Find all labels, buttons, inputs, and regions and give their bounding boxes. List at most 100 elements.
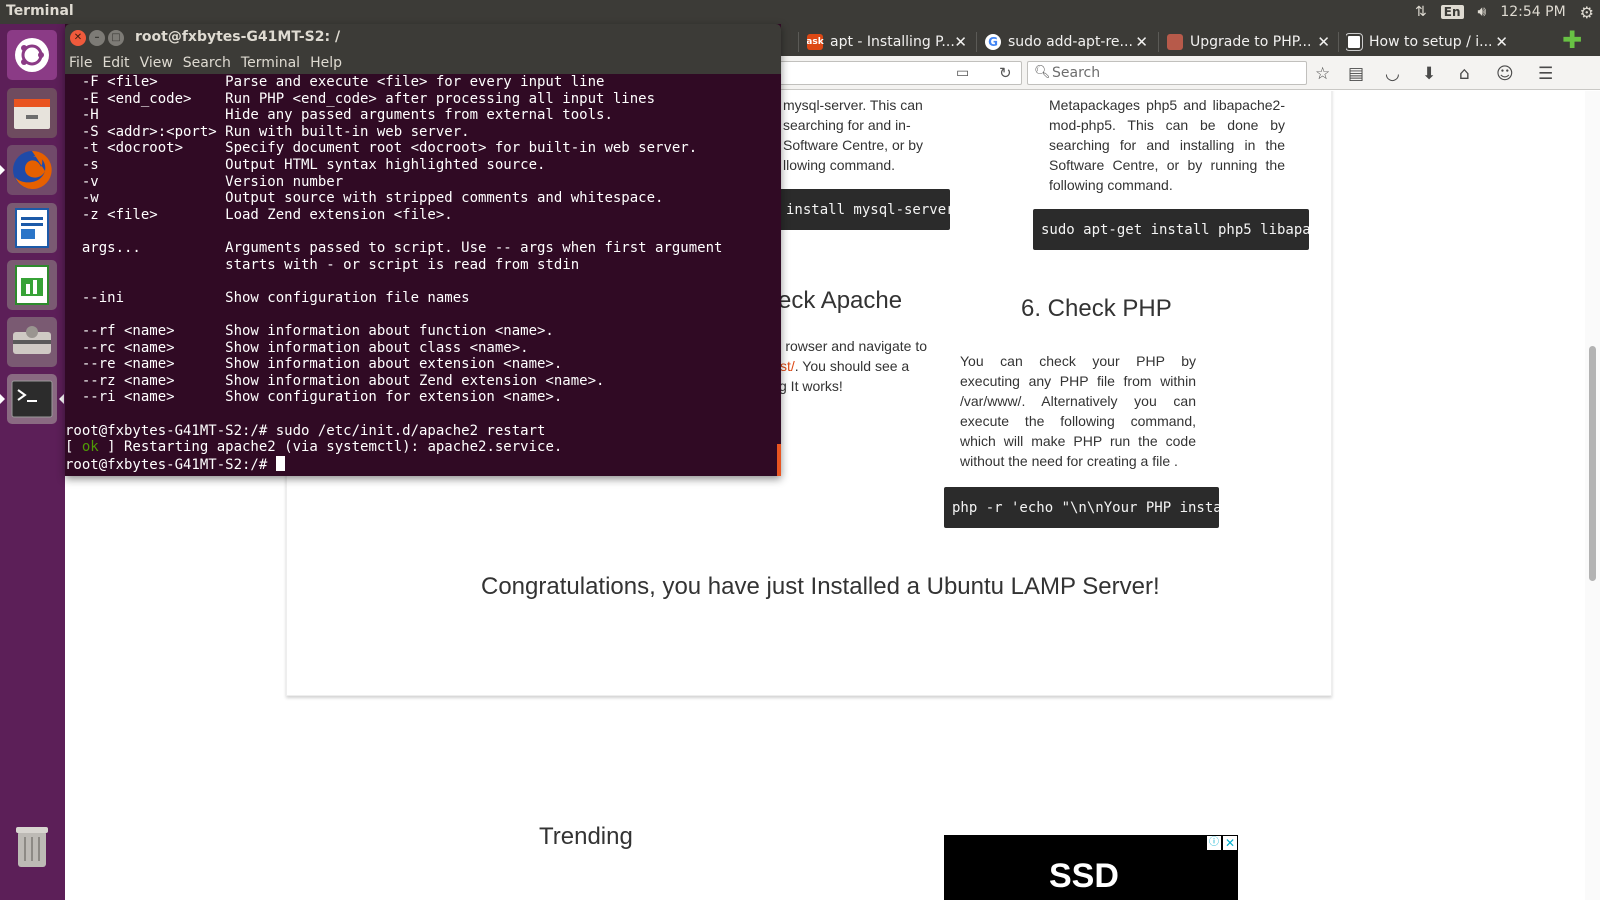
close-icon[interactable]: ✕ — [70, 30, 86, 46]
volume-icon[interactable]: 🔊︎ — [1478, 4, 1487, 20]
terminal-line: -H Hide any passed arguments from extern… — [65, 107, 613, 124]
firefox-icon[interactable] — [7, 145, 57, 195]
tab-upgrade-php[interactable]: Upgrade to PHP... ✕ — [1167, 28, 1330, 56]
bookmarks-menu-icon[interactable]: ▤ — [1348, 64, 1364, 84]
check-apache-line-2-text: . You should see a — [794, 358, 910, 374]
terminal-line: -v Version number — [65, 173, 344, 190]
top-panel: Terminal ⇅ En 🔊︎ 12:54 PM ⚙ — [0, 0, 1600, 24]
page-icon — [1346, 33, 1363, 51]
terminal-prompt-line: root@fxbytes-G41MT-S2:/# — [65, 455, 285, 474]
terminal-window[interactable]: ✕ – □ root@fxbytes-G41MT-S2: / File Edit… — [65, 24, 781, 476]
page-scrollbar[interactable] — [1585, 91, 1600, 900]
check-apache-heading: eck Apache — [778, 287, 903, 314]
terminal-line: args... Arguments passed to script. Use … — [65, 240, 723, 256]
close-icon[interactable]: ✕ — [1135, 33, 1148, 51]
ad-info-icon[interactable]: ⓘ — [1207, 836, 1221, 850]
new-tab-button[interactable]: ✚ — [1562, 28, 1582, 52]
menu-file[interactable]: File — [69, 55, 92, 71]
terminal-titlebar[interactable]: ✕ – □ root@fxbytes-G41MT-S2: / — [65, 24, 781, 52]
launcher — [0, 24, 65, 900]
ad-close-icon[interactable]: ✕ — [1223, 836, 1237, 850]
writer-icon[interactable] — [7, 203, 57, 253]
terminal-line: --re <name> Show information about exten… — [65, 356, 563, 373]
menu-terminal[interactable]: Terminal — [241, 55, 300, 71]
menu-edit[interactable]: Edit — [102, 55, 129, 71]
network-icon[interactable]: ⇅ — [1415, 4, 1427, 20]
mysql-command[interactable]: install mysql-server — [778, 189, 950, 230]
search-icon: 🔍︎ — [1034, 65, 1051, 80]
terminal-icon[interactable] — [7, 374, 57, 424]
terminal-line: -E <end_code> Run PHP <end_code> after p… — [65, 90, 656, 107]
close-icon[interactable]: ✕ — [1317, 33, 1330, 51]
downloads-icon[interactable]: ⬇ — [1422, 64, 1436, 84]
dash-home-icon[interactable] — [7, 30, 57, 80]
reader-view-icon[interactable]: ▭ — [956, 65, 969, 81]
check-apache-line-3: g It works! — [779, 378, 843, 394]
terminal-scroll-indicator[interactable] — [777, 444, 781, 476]
php-test-command[interactable]: php -r 'echo "\n\nYour PHP instal — [944, 487, 1219, 528]
scrollbar-thumb[interactable] — [1589, 346, 1596, 581]
status-ok: ok — [81, 439, 99, 456]
terminal-line: starts with - or script is read from std… — [65, 256, 580, 273]
bookmark-star-icon[interactable]: ☆ — [1315, 64, 1330, 84]
calc-icon[interactable] — [7, 260, 57, 310]
tab-apt-installing[interactable]: ask apt - Installing P... ✕ — [807, 28, 967, 56]
tab-label: How to setup / i... — [1369, 34, 1493, 50]
terminal-cursor — [275, 455, 285, 471]
chat-icon[interactable]: ☺ — [1496, 64, 1514, 84]
terminal-line: -s Output HTML syntax highlighted source… — [65, 157, 546, 173]
tab-label: sudo add-apt-re... — [1008, 34, 1133, 50]
home-icon[interactable]: ⌂ — [1459, 64, 1470, 84]
menu-search[interactable]: Search — [183, 55, 231, 71]
php-install-paragraph: Metapackages php5 and libapache2-mod-php… — [1049, 97, 1285, 193]
localhost-link[interactable]: st/ — [780, 358, 795, 374]
search-bar[interactable]: 🔍︎ Search — [1027, 61, 1307, 85]
hamburger-menu-icon[interactable]: ☰ — [1538, 64, 1553, 84]
terminal-line: -S <addr>:<port> Run with built-in web s… — [65, 123, 470, 140]
system-settings-icon[interactable] — [7, 317, 57, 367]
tab-label: apt - Installing P... — [830, 34, 955, 50]
terminal-line: -w Output source with stripped comments … — [65, 190, 664, 207]
maximize-icon[interactable]: □ — [108, 30, 124, 46]
search-placeholder: Search — [1052, 65, 1101, 81]
terminal-line: -z <file> Load Zend extension <file>. — [65, 206, 453, 223]
tab-separator — [1158, 32, 1159, 52]
keyboard-layout-indicator[interactable]: En — [1440, 5, 1464, 19]
advertisement[interactable]: SSD ⓘ ✕ — [944, 835, 1238, 900]
terminal-line: -F <file> Parse and execute <file> for e… — [65, 74, 605, 90]
pocket-icon[interactable]: ◡ — [1385, 64, 1400, 84]
trending-heading: Trending — [539, 823, 633, 850]
trash-icon[interactable] — [7, 821, 57, 871]
tab-sudo-add-apt[interactable]: G sudo add-apt-re... ✕ — [985, 28, 1148, 56]
tab-separator — [1338, 32, 1339, 52]
ad-text: SSD — [1049, 857, 1119, 895]
url-bar[interactable]: ▭ ↻ — [777, 61, 1022, 85]
google-icon: G — [985, 34, 1001, 50]
terminal-line: --rf <name> Show information about funct… — [65, 323, 554, 339]
clock[interactable]: 12:54 PM — [1500, 4, 1565, 20]
php-install-command[interactable]: sudo apt-get install php5 libapac — [1033, 209, 1309, 250]
status-text: ] Restarting apache2 (via systemctl): ap… — [98, 439, 563, 456]
close-icon[interactable]: ✕ — [954, 33, 967, 51]
status-bracket: [ — [65, 439, 82, 456]
gear-icon[interactable]: ⚙ — [1580, 3, 1594, 22]
page-icon — [1167, 34, 1183, 50]
tab-how-to-setup[interactable]: How to setup / i... ✕ — [1346, 28, 1508, 56]
check-apache-line-2: st/. You should see a — [780, 356, 927, 376]
terminal-output[interactable]: -F <file> Parse and execute <file> for e… — [65, 74, 781, 476]
files-icon[interactable] — [7, 88, 57, 138]
terminal-line: -t <docroot> Specify document root <docr… — [65, 140, 698, 157]
mysql-paragraph: mysql-server. This can searching for and… — [783, 97, 924, 173]
menu-help[interactable]: Help — [310, 55, 342, 71]
terminal-prompt: root@fxbytes-G41MT-S2:/# — [65, 456, 276, 473]
menu-view[interactable]: View — [140, 55, 173, 71]
terminal-menubar: File Edit View Search Terminal Help — [65, 52, 781, 74]
terminal-line: --ri <name> Show configuration for exten… — [65, 389, 563, 406]
running-indicator — [0, 165, 5, 175]
terminal-title: root@fxbytes-G41MT-S2: / — [135, 29, 341, 45]
reload-icon[interactable]: ↻ — [999, 64, 1012, 82]
minimize-icon[interactable]: – — [89, 30, 105, 46]
tab-label: Upgrade to PHP... — [1190, 34, 1312, 50]
terminal-line: --rz <name> Show information about Zend … — [65, 372, 605, 389]
close-icon[interactable]: ✕ — [1495, 33, 1508, 51]
